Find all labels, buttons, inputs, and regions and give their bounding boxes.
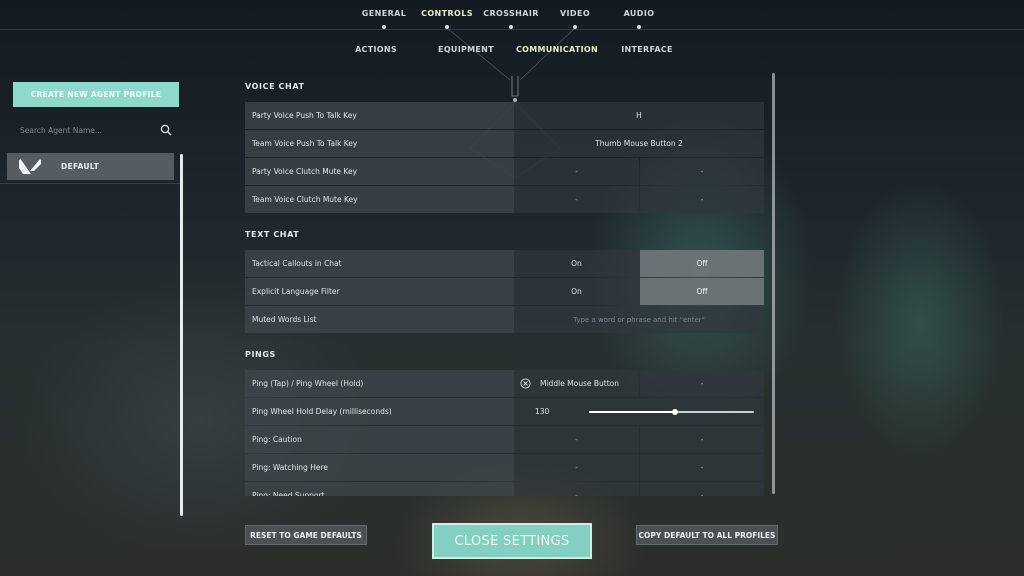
keybind-primary[interactable]: -	[514, 158, 639, 185]
section-title-text-chat: TEXT CHAT	[245, 230, 300, 239]
tab-controls-indicator	[445, 25, 449, 29]
setting-row: Explicit Language Filter On Off	[245, 278, 764, 305]
keybind-secondary[interactable]: -	[640, 186, 764, 213]
setting-row: Ping: Watching Here - -	[245, 454, 764, 481]
toggle-off-option[interactable]: Off	[640, 278, 764, 305]
tab-general[interactable]: GENERAL	[362, 9, 406, 18]
tab-crosshair[interactable]: CROSSHAIR	[483, 9, 539, 18]
setting-label: Muted Words List	[245, 306, 514, 333]
reset-to-defaults-button[interactable]: RESET TO GAME DEFAULTS	[245, 525, 367, 545]
setting-label: Ping: Caution	[245, 426, 514, 453]
tab-video-indicator	[573, 25, 577, 29]
setting-label: Tactical Callouts in Chat	[245, 250, 514, 277]
close-settings-button[interactable]: CLOSE SETTINGS	[432, 523, 592, 559]
setting-label: Team Voice Push To Talk Key	[245, 130, 514, 157]
setting-label: Team Voice Clutch Mute Key	[245, 186, 514, 213]
setting-row: Muted Words List Type a word or phrase a…	[245, 306, 764, 333]
keybind-party-push-to-talk[interactable]: H	[514, 102, 764, 129]
tab-general-indicator	[382, 25, 386, 29]
keybind-primary[interactable]: -	[514, 482, 639, 496]
toggle-off-option[interactable]: Off	[640, 250, 764, 277]
setting-row: Team Voice Push To Talk Key Thumb Mouse …	[245, 130, 764, 157]
setting-label: Explicit Language Filter	[245, 278, 514, 305]
agent-search-input[interactable]	[13, 125, 153, 135]
subtab-equipment[interactable]: EQUIPMENT	[438, 45, 494, 54]
tab-audio-indicator	[637, 25, 641, 29]
hold-delay-slider-cell: 130	[514, 398, 764, 425]
setting-label: Ping: Need Support	[245, 482, 514, 496]
settings-scrollbar[interactable]	[772, 73, 775, 494]
setting-row: Ping: Need Support - -	[245, 482, 764, 496]
tab-video[interactable]: VIDEO	[560, 9, 590, 18]
settings-list: VOICE CHAT Party Voice Push To Talk Key …	[245, 72, 764, 496]
profile-list-divider	[0, 183, 180, 184]
setting-row: Party Voice Clutch Mute Key - -	[245, 158, 764, 185]
setting-row: Ping (Tap) / Ping Wheel (Hold) Middle Mo…	[245, 370, 764, 397]
muted-words-input[interactable]: Type a word or phrase and hit "enter"	[514, 306, 764, 333]
valorant-logo-icon	[19, 158, 41, 174]
setting-row: Ping: Caution - -	[245, 426, 764, 453]
keybind-primary[interactable]: Middle Mouse Button	[514, 370, 639, 397]
setting-label: Ping (Tap) / Ping Wheel (Hold)	[245, 370, 514, 397]
search-icon[interactable]	[160, 124, 172, 136]
profile-item-default[interactable]: DEFAULT	[7, 153, 174, 180]
hold-delay-slider-fill	[589, 411, 675, 413]
subtab-interface[interactable]: INTERFACE	[621, 45, 673, 54]
keybind-secondary[interactable]: -	[640, 426, 764, 453]
copy-default-to-all-profiles-button[interactable]: COPY DEFAULT TO ALL PROFILES	[636, 525, 778, 545]
hold-delay-slider-thumb[interactable]	[671, 409, 678, 415]
keybind-secondary[interactable]: -	[640, 370, 764, 397]
keybind-value: Middle Mouse Button	[540, 379, 619, 388]
keybind-primary[interactable]: -	[514, 186, 639, 213]
hold-delay-value[interactable]: 130	[535, 407, 549, 416]
tab-audio[interactable]: AUDIO	[624, 9, 655, 18]
keybind-primary[interactable]: -	[514, 454, 639, 481]
toggle-on-option[interactable]: On	[514, 250, 639, 277]
setting-label: Party Voice Push To Talk Key	[245, 102, 514, 129]
section-title-voice-chat: VOICE CHAT	[245, 82, 305, 91]
subtab-actions[interactable]: ACTIONS	[355, 45, 397, 54]
profile-name: DEFAULT	[61, 162, 100, 171]
agent-search	[13, 120, 179, 140]
setting-row: Team Voice Clutch Mute Key - -	[245, 186, 764, 213]
tab-crosshair-indicator	[509, 25, 513, 29]
setting-label: Ping: Watching Here	[245, 454, 514, 481]
keybind-secondary[interactable]: -	[640, 454, 764, 481]
create-agent-profile-button[interactable]: CREATE NEW AGENT PROFILE	[13, 82, 179, 107]
setting-row: Ping Wheel Hold Delay (milliseconds) 130	[245, 398, 764, 425]
subtab-communication[interactable]: COMMUNICATION	[516, 45, 598, 54]
keybind-secondary[interactable]: -	[640, 158, 764, 185]
top-tab-bar: GENERAL CONTROLS CROSSHAIR VIDEO AUDIO	[0, 0, 1024, 30]
setting-label: Party Voice Clutch Mute Key	[245, 158, 514, 185]
clear-binding-icon[interactable]	[520, 378, 531, 389]
section-title-pings: PINGS	[245, 350, 276, 359]
keybind-secondary[interactable]: -	[640, 482, 764, 496]
toggle-on-option[interactable]: On	[514, 278, 639, 305]
tab-controls[interactable]: CONTROLS	[421, 9, 473, 18]
setting-row: Party Voice Push To Talk Key H	[245, 102, 764, 129]
sub-tab-bar: ACTIONS EQUIPMENT COMMUNICATION INTERFAC…	[0, 34, 1024, 62]
setting-label: Ping Wheel Hold Delay (milliseconds)	[245, 398, 514, 425]
profile-list-scrollbar[interactable]	[180, 154, 183, 516]
keybind-team-push-to-talk[interactable]: Thumb Mouse Button 2	[514, 130, 764, 157]
setting-row: Tactical Callouts in Chat On Off	[245, 250, 764, 277]
hold-delay-slider-track[interactable]	[589, 409, 754, 415]
keybind-primary[interactable]: -	[514, 426, 639, 453]
